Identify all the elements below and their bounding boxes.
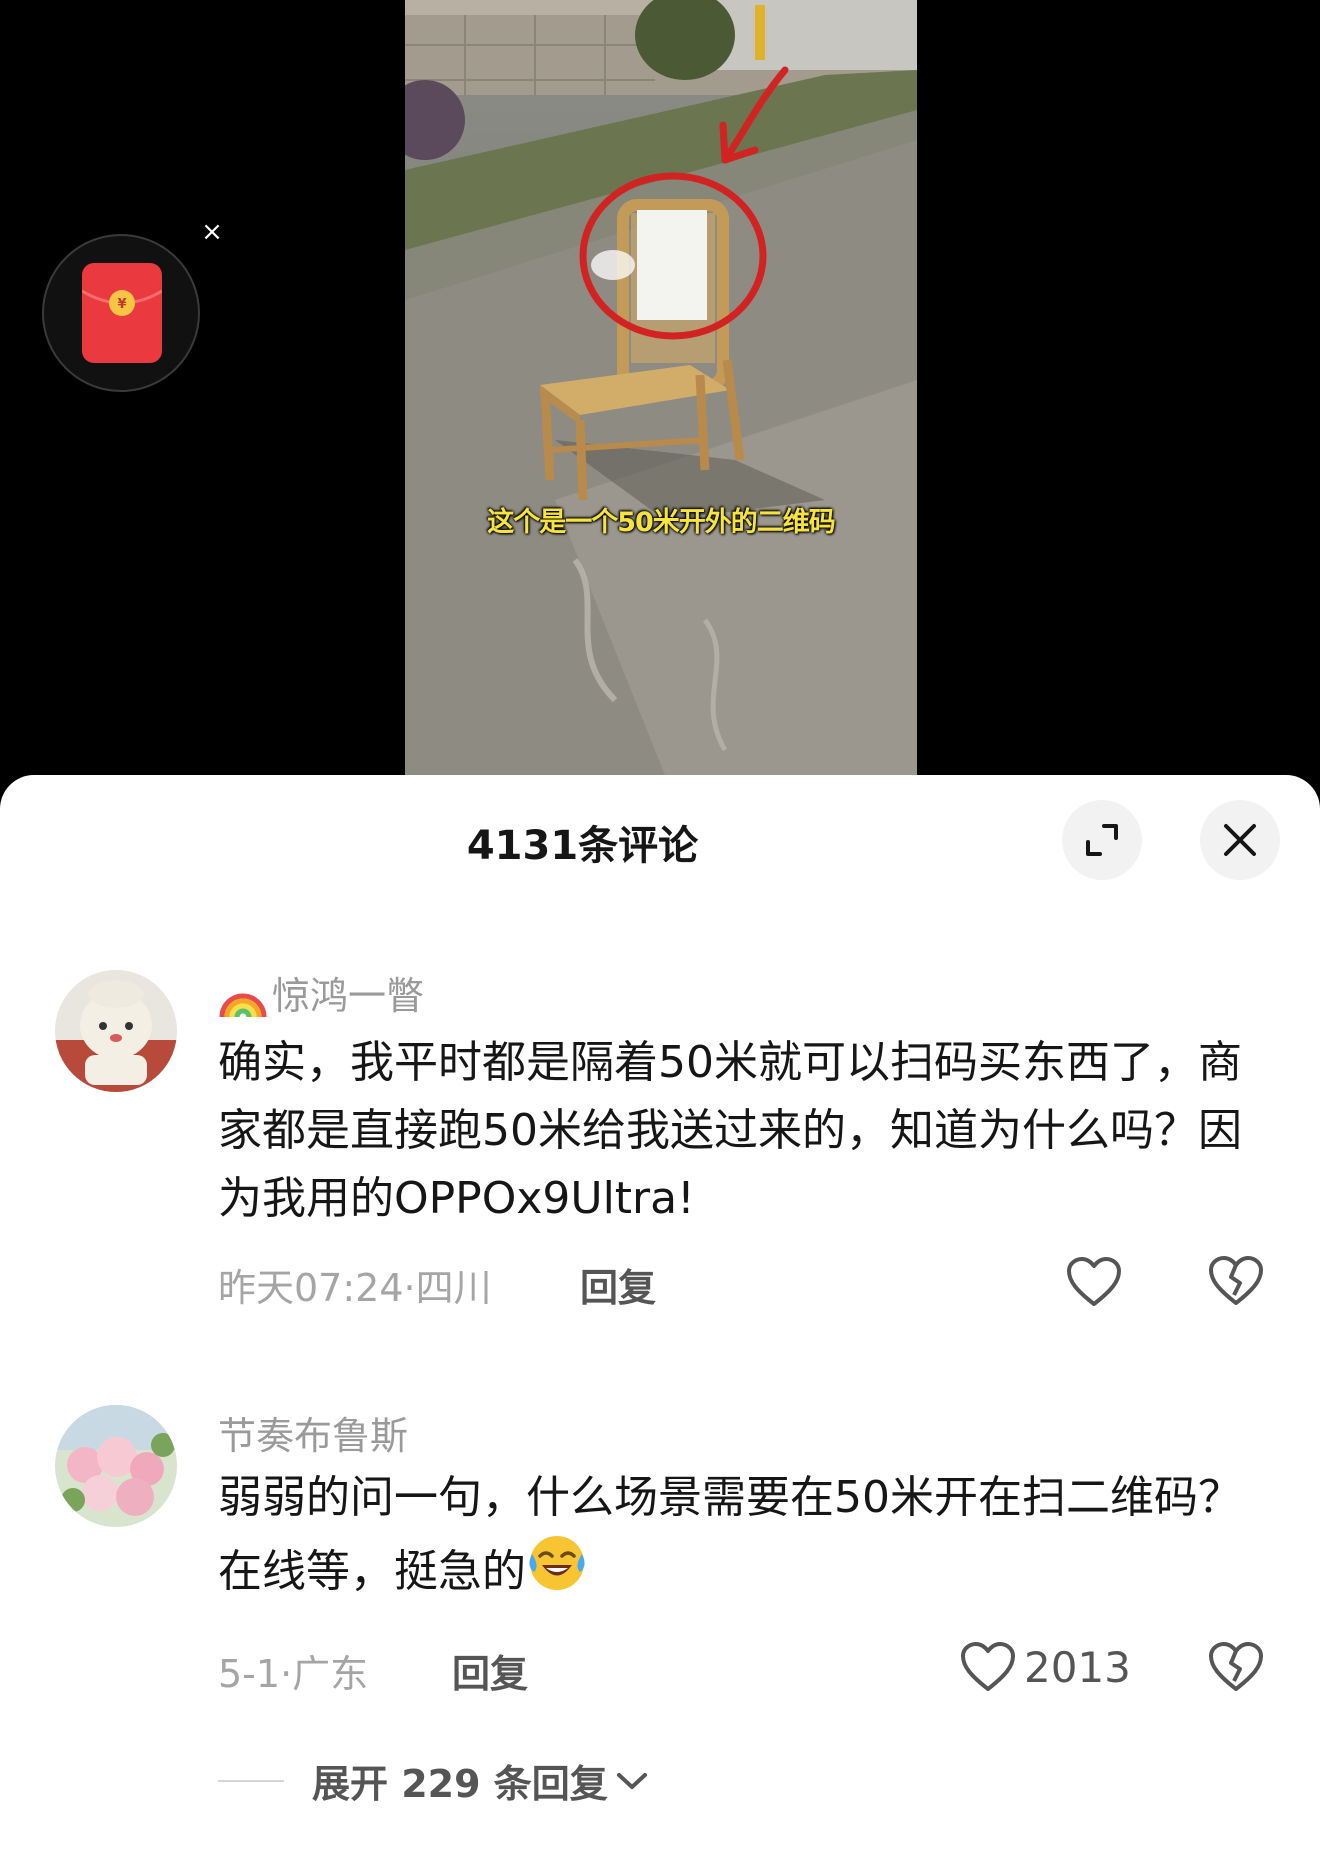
video-player[interactable]: 这个是一个50米开外的二维码 ¥ × (0, 0, 1320, 800)
close-icon[interactable]: × (198, 218, 226, 246)
reply-button[interactable]: 回复 (580, 1257, 656, 1312)
expand-icon (1086, 824, 1118, 856)
comments-panel: 4131条评论 惊鸿一瞥 确实，我平时都是隔着50米就可以扫码买东西了，商家都是… (0, 775, 1320, 1862)
expand-button[interactable] (1062, 800, 1142, 880)
like-count: 2013 (1024, 1642, 1131, 1692)
comment-text: 弱弱的问一句，什么场景需要在50米开在扫二维码？在线等，挺急的 (218, 1464, 1248, 1606)
red-envelope-icon: ¥ (82, 263, 162, 363)
video-frame[interactable]: 这个是一个50米开外的二维码 (405, 0, 917, 775)
chevron-down-icon (616, 1772, 647, 1789)
comment-text: 确实，我平时都是隔着50米就可以扫码买东西了，商家都是直接跑50米给我送过来的，… (218, 1037, 1242, 1224)
like-button[interactable]: 2013 (960, 1639, 1131, 1695)
like-button[interactable] (1066, 1254, 1130, 1310)
comment-time-location: 5-1·广东 (218, 1652, 369, 1696)
video-subtitle: 这个是一个50米开外的二维码 (487, 507, 836, 538)
expand-replies-button[interactable]: 展开 229 条回复 (218, 1753, 650, 1808)
divider (218, 1779, 284, 1782)
username-text: 惊鸿一瞥 (272, 974, 425, 1018)
comment-time-location: 昨天07:24·四川 (218, 1266, 492, 1310)
comments-count-title: 4131条评论 (466, 823, 699, 869)
avatar[interactable] (55, 1405, 177, 1527)
dislike-button[interactable] (1208, 1255, 1264, 1311)
broken-heart-icon (1209, 1642, 1263, 1691)
avatar[interactable] (55, 970, 177, 1092)
reply-button[interactable]: 回复 (452, 1643, 528, 1698)
laughing-crying-emoji-icon (529, 1536, 585, 1590)
broken-heart-icon (1209, 1256, 1263, 1305)
heart-icon (1067, 1257, 1121, 1306)
expand-replies-label: 展开 229 条回复 (312, 1762, 608, 1806)
svg-text:¥: ¥ (117, 297, 126, 312)
dislike-button[interactable] (1208, 1641, 1264, 1697)
comment-text-body: 弱弱的问一句，什么场景需要在50米开在扫二维码？在线等，挺急的 (218, 1472, 1242, 1597)
red-packet-widget[interactable]: ¥ (42, 234, 200, 392)
close-comments-button[interactable] (1200, 800, 1280, 880)
video-scene-image (405, 0, 917, 775)
rainbow-icon (219, 993, 267, 1017)
comment-username[interactable]: 惊鸿一瞥 (218, 965, 424, 1020)
heart-icon (961, 1642, 1015, 1691)
comment-username[interactable]: 节奏布鲁斯 (218, 1405, 408, 1460)
close-icon (1224, 824, 1256, 856)
